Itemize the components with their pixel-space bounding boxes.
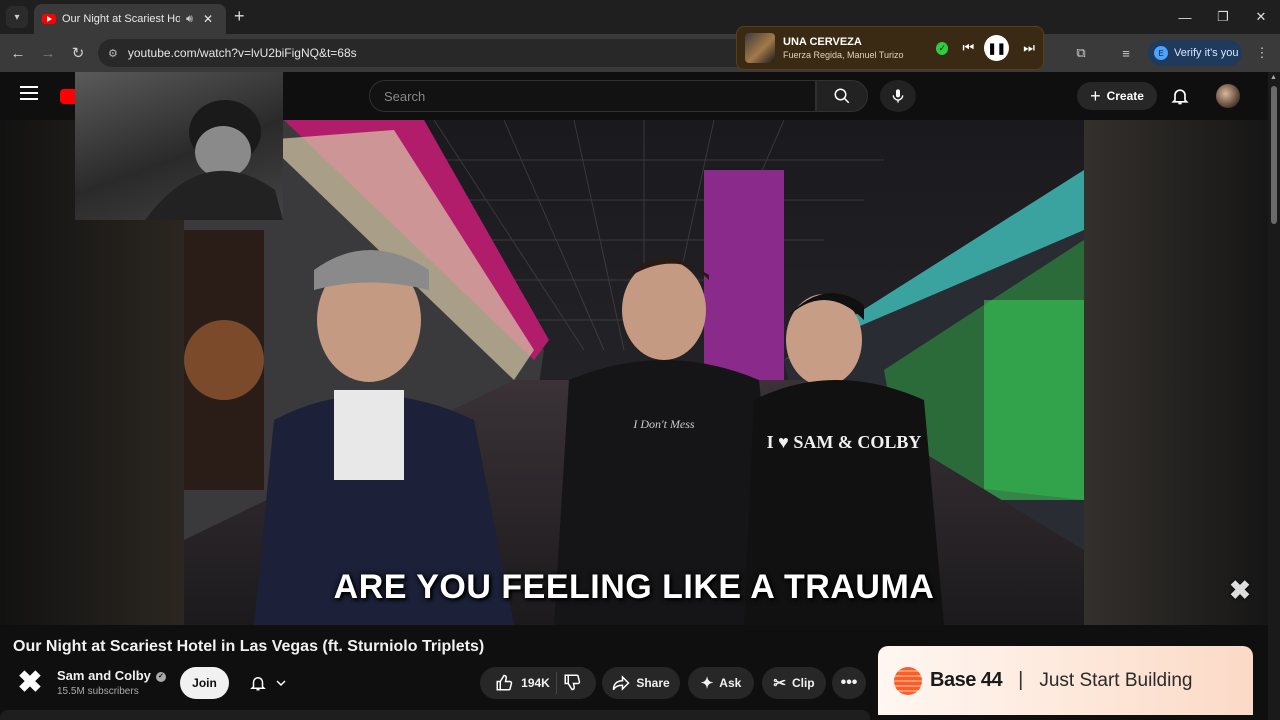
clip-label: Clip xyxy=(791,676,815,690)
hoodie-text: I Don't Mess xyxy=(632,417,695,431)
notifications-bell-icon[interactable] xyxy=(1170,86,1190,106)
user-avatar[interactable] xyxy=(1216,84,1240,108)
minimize-icon[interactable]: — xyxy=(1166,0,1204,34)
reload-icon[interactable]: ↻ xyxy=(67,42,89,64)
window-controls: — ❐ ✕ xyxy=(1166,0,1280,34)
ad-separator: | xyxy=(1018,669,1024,691)
channel-name[interactable]: Sam and Colby ✓ xyxy=(57,668,166,683)
extensions-puzzle-icon[interactable]: ⧉ xyxy=(1071,43,1091,63)
scroll-thumb[interactable] xyxy=(1271,86,1277,224)
ad-tagline: Just Start Building xyxy=(1039,669,1193,691)
scissors-icon: ✂ xyxy=(773,675,786,692)
next-track-icon[interactable]: ⏭ xyxy=(1023,40,1035,56)
scroll-up-arrow-icon[interactable]: ▲ xyxy=(1270,74,1277,81)
ad-brand: Base 44 xyxy=(930,669,1003,691)
create-label: Create xyxy=(1106,89,1144,103)
ask-button[interactable]: ✦ Ask xyxy=(688,667,754,699)
verify-profile-button[interactable]: E Verify it's you xyxy=(1148,40,1242,66)
browser-tab-strip: ▾ Our Night at Scariest Hotel in Las Veg… xyxy=(0,0,1280,34)
tab-audio-icon[interactable]: 🔊︎ xyxy=(186,13,193,26)
webcam-person-image xyxy=(145,100,283,220)
video-title: Our Night at Scariest Hotel in Las Vegas… xyxy=(13,638,485,655)
more-horizontal-icon: ••• xyxy=(840,674,858,691)
verify-label: Verify it's you xyxy=(1174,47,1239,59)
browser-menu-icon[interactable]: ⋮ xyxy=(1252,43,1272,63)
share-arrow-icon xyxy=(613,675,630,691)
create-button[interactable]: + Create xyxy=(1077,82,1157,110)
share-button[interactable]: Share xyxy=(602,667,680,699)
url-text: youtube.com/watch?v=lvU2biFigNQ&t=68s xyxy=(127,46,357,60)
pause-button[interactable]: ❚❚ xyxy=(984,35,1010,61)
channel-logo-icon[interactable]: ✖ xyxy=(14,666,46,699)
track-artists: Fuerza Regida, Manuel Turizo xyxy=(783,50,904,60)
page-scrollbar[interactable]: ▲ xyxy=(1268,72,1280,720)
chevron-down-icon xyxy=(276,680,286,687)
ask-label: Ask xyxy=(719,676,742,690)
description-box-edge xyxy=(0,710,870,720)
forward-arrow-icon[interactable]: → xyxy=(37,42,59,64)
album-art xyxy=(745,33,775,63)
search-icon xyxy=(834,88,850,104)
browser-toolbar: ← → ↻ ⚙ youtube.com/watch?v=lvU2biFigNQ&… xyxy=(0,34,1280,72)
thumbs-down-icon xyxy=(564,674,581,690)
back-arrow-icon[interactable]: ← xyxy=(7,42,29,64)
tab-search-chevron-icon[interactable]: ▾ xyxy=(6,6,28,28)
new-tab-plus-icon[interactable]: + xyxy=(234,7,245,25)
search-input[interactable] xyxy=(384,88,784,104)
subscriber-count: 15.5M subscribers xyxy=(57,686,139,697)
verified-check-icon: ✓ xyxy=(155,671,166,682)
subscription-notifications-button[interactable] xyxy=(238,667,298,699)
like-divider xyxy=(555,672,557,694)
clip-button[interactable]: ✂ Clip xyxy=(762,667,826,699)
media-controls-popup: UNA CERVEZA Fuerza Regida, Manuel Turizo… xyxy=(736,26,1044,70)
window-close-icon[interactable]: ✕ xyxy=(1242,0,1280,34)
tab-close-icon[interactable]: ✕ xyxy=(203,12,213,26)
bell-icon xyxy=(250,677,266,691)
restore-icon[interactable]: ❐ xyxy=(1204,0,1242,34)
video-frame: I Don't Mess I ♥ SAM & COLBY xyxy=(184,120,1084,625)
ad-banner[interactable]: Base 44 | Just Start Building xyxy=(878,646,1253,715)
video-subtitle: ARE YOU FEELING LIKE A TRAUMA xyxy=(333,568,935,606)
share-label: Share xyxy=(636,676,670,690)
youtube-favicon-icon xyxy=(42,14,56,24)
like-dislike-group: 194K xyxy=(480,667,596,699)
voice-search-button[interactable] xyxy=(880,80,916,112)
search-button[interactable] xyxy=(816,80,868,112)
more-actions-button[interactable]: ••• xyxy=(832,667,866,699)
join-button[interactable]: Join xyxy=(180,667,229,699)
sparkle-icon: ✦ xyxy=(700,675,714,692)
ambient-right xyxy=(1083,120,1268,625)
track-title: UNA CERVEZA xyxy=(783,36,862,48)
video-close-x-icon[interactable]: ✖ xyxy=(1228,577,1252,603)
shirt-text: I ♥ SAM & COLBY xyxy=(767,432,922,452)
browser-tab-active[interactable]: Our Night at Scariest Hotel in Las Vegas… xyxy=(34,4,226,34)
search-box xyxy=(369,80,816,112)
microphone-icon xyxy=(892,89,904,103)
like-count: 194K xyxy=(521,676,550,690)
media-queue-icon[interactable]: ≡ xyxy=(1116,43,1136,63)
base44-logo-icon xyxy=(894,666,922,695)
tab-title: Our Night at Scariest Hotel in Las Vegas… xyxy=(62,13,180,25)
site-info-icon[interactable]: ⚙ xyxy=(108,47,118,60)
thumbs-up-icon xyxy=(496,674,513,691)
webcam-overlay xyxy=(75,72,283,220)
track-info: UNA CERVEZA Fuerza Regida, Manuel Turizo xyxy=(783,36,926,60)
channel-name-text: Sam and Colby xyxy=(57,668,151,683)
check-icon: ✓ xyxy=(935,41,949,55)
profile-initial-icon: E xyxy=(1154,46,1168,60)
previous-track-icon[interactable]: ⏮ xyxy=(962,40,974,56)
like-button[interactable]: 194K xyxy=(495,674,550,692)
hamburger-menu-icon[interactable] xyxy=(20,86,38,104)
plus-icon: + xyxy=(1090,85,1101,106)
dislike-button[interactable] xyxy=(563,673,581,694)
